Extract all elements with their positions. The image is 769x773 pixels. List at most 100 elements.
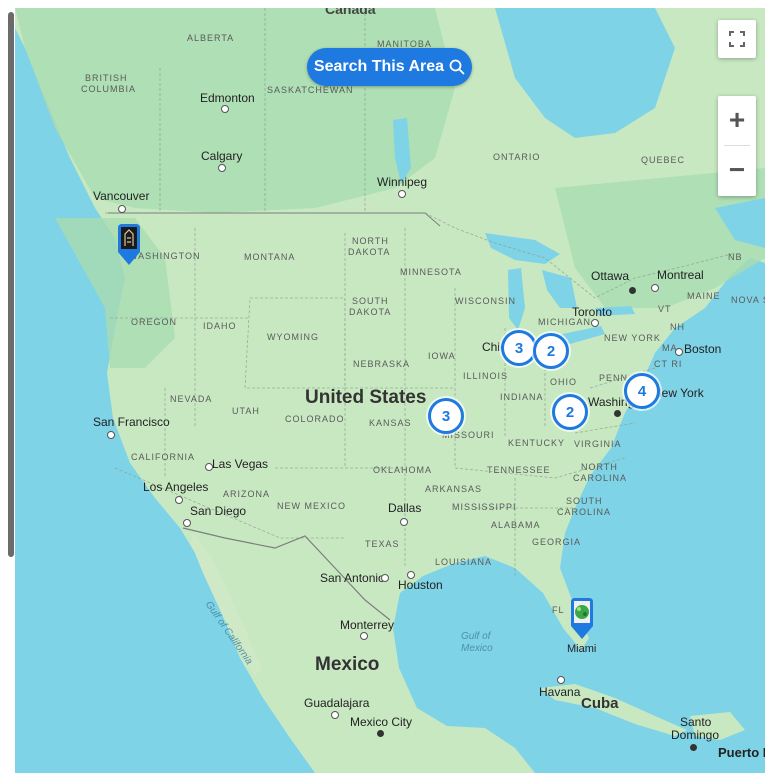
label-idaho: IDAHO bbox=[203, 321, 237, 331]
label-santo-domingo-1: Santo bbox=[680, 715, 712, 729]
location-pin-miami[interactable] bbox=[567, 596, 597, 640]
cluster-marker-kansas-city[interactable]: 3 bbox=[428, 398, 464, 434]
label-los-angeles: Los Angeles bbox=[143, 480, 209, 494]
label-alabama: ALABAMA bbox=[491, 520, 541, 530]
label-gulf-of-mexico-2: Mexico bbox=[461, 643, 493, 654]
label-cuba: Cuba bbox=[581, 695, 619, 712]
label-mexico-city: Mexico City bbox=[350, 715, 413, 729]
label-san-antonio: San Antonio bbox=[320, 571, 385, 585]
label-north-carolina-1: NORTH bbox=[581, 462, 618, 472]
label-california: CALIFORNIA bbox=[131, 452, 196, 462]
label-guadalajara: Guadalajara bbox=[304, 696, 370, 710]
label-new-york-city: New York bbox=[653, 386, 704, 400]
label-south-carolina-2: CAROLINA bbox=[557, 507, 612, 517]
label-winnipeg: Winnipeg bbox=[377, 175, 428, 189]
map-view[interactable]: Canada ALBERTA BRITISH COLUMBIA SASKATCH… bbox=[15, 8, 765, 773]
marker-dallas bbox=[400, 518, 408, 526]
marker-boston bbox=[675, 348, 683, 356]
zoom-out-button[interactable]: − bbox=[718, 146, 756, 194]
zoom-controls: + − bbox=[718, 96, 756, 196]
label-mexico: Mexico bbox=[315, 654, 380, 675]
marker-san-antonio bbox=[381, 574, 389, 582]
label-ottawa: Ottawa bbox=[591, 269, 630, 283]
label-alberta: ALBERTA bbox=[187, 33, 235, 43]
label-san-francisco: San Francisco bbox=[93, 415, 170, 429]
label-tennessee: TENNESSEE bbox=[487, 465, 551, 475]
label-new-york-state: NEW YORK bbox=[604, 333, 661, 343]
label-havana: Havana bbox=[539, 685, 581, 699]
label-houston: Houston bbox=[398, 578, 443, 592]
cluster-marker-michigan[interactable]: 2 bbox=[533, 333, 569, 369]
label-san-diego: San Diego bbox=[190, 504, 247, 518]
label-wisconsin: WISCONSIN bbox=[455, 296, 517, 306]
search-icon bbox=[449, 59, 465, 75]
cluster-marker-west-virginia[interactable]: 2 bbox=[552, 394, 588, 430]
label-united-states: United States bbox=[305, 387, 427, 408]
label-nova-scotia: NOVA S bbox=[731, 295, 765, 305]
label-monterrey: Monterrey bbox=[340, 618, 395, 632]
label-minnesota: MINNESOTA bbox=[400, 267, 462, 277]
label-nh: NH bbox=[670, 322, 685, 332]
label-british-columbia-2: COLUMBIA bbox=[81, 84, 137, 94]
label-ohio: OHIO bbox=[550, 377, 578, 387]
label-quebec: QUEBEC bbox=[641, 155, 686, 165]
label-georgia: GEORGIA bbox=[532, 537, 582, 547]
label-ontario: ONTARIO bbox=[493, 152, 541, 162]
fullscreen-button[interactable] bbox=[718, 20, 756, 58]
marker-calgary bbox=[218, 164, 226, 172]
marker-winnipeg bbox=[398, 190, 406, 198]
search-this-area-button[interactable]: Search This Area bbox=[307, 48, 472, 86]
label-vt: VT bbox=[658, 304, 672, 314]
label-colorado: COLORADO bbox=[285, 414, 345, 424]
marker-ottawa bbox=[629, 287, 636, 294]
marker-san-diego bbox=[183, 519, 191, 527]
label-utah: UTAH bbox=[232, 406, 260, 416]
marker-mexico-city bbox=[377, 730, 384, 737]
label-british-columbia-1: BRITISH bbox=[85, 73, 128, 83]
label-florida: FL bbox=[552, 605, 565, 615]
label-nebraska: NEBRASKA bbox=[353, 359, 411, 369]
label-new-mexico: NEW MEXICO bbox=[277, 501, 347, 511]
marker-edmonton bbox=[221, 105, 229, 113]
label-puerto-rico: Puerto R bbox=[718, 745, 765, 760]
search-this-area-label: Search This Area bbox=[313, 58, 445, 75]
label-vancouver: Vancouver bbox=[93, 189, 150, 203]
label-boston: Boston bbox=[684, 342, 722, 356]
label-maine: MAINE bbox=[687, 291, 721, 301]
marker-toronto bbox=[591, 319, 599, 327]
label-arizona: ARIZONA bbox=[223, 489, 271, 499]
label-texas: TEXAS bbox=[365, 539, 400, 549]
label-wyoming: WYOMING bbox=[267, 332, 319, 342]
label-michigan: MICHIGAN bbox=[538, 317, 591, 327]
marker-vancouver bbox=[118, 205, 126, 213]
label-ct-ri: CT RI bbox=[654, 359, 683, 369]
label-dallas: Dallas bbox=[388, 501, 422, 515]
cluster-marker-new-jersey[interactable]: 4 bbox=[624, 373, 660, 409]
label-north-dakota-2: DAKOTA bbox=[348, 247, 391, 257]
label-las-vegas: Las Vegas bbox=[212, 457, 269, 471]
label-montreal: Montreal bbox=[657, 268, 704, 282]
marker-guadalajara bbox=[331, 711, 339, 719]
label-virginia: VIRGINIA bbox=[574, 439, 622, 449]
location-pin-seattle[interactable] bbox=[114, 222, 144, 266]
label-calgary: Calgary bbox=[201, 149, 243, 163]
label-mississippi: MISSISSIPPI bbox=[452, 502, 517, 512]
label-canada: Canada bbox=[325, 8, 376, 17]
label-arkansas: ARKANSAS bbox=[425, 484, 483, 494]
label-louisiana: LOUISIANA bbox=[435, 557, 493, 567]
marker-los-angeles bbox=[175, 496, 183, 504]
label-indiana: INDIANA bbox=[500, 392, 544, 402]
label-santo-domingo-2: Domingo bbox=[671, 728, 720, 742]
fullscreen-icon bbox=[729, 31, 745, 47]
cluster-marker-chicago[interactable]: 3 bbox=[501, 330, 537, 366]
marker-havana bbox=[557, 676, 565, 684]
label-nevada: NEVADA bbox=[170, 394, 213, 404]
label-montana: MONTANA bbox=[244, 252, 296, 262]
label-south-dakota-1: SOUTH bbox=[352, 296, 389, 306]
label-south-dakota-2: DAKOTA bbox=[349, 307, 392, 317]
label-oklahoma: OKLAHOMA bbox=[373, 465, 433, 475]
page-scrollbar[interactable] bbox=[8, 12, 14, 557]
marker-monterrey bbox=[360, 632, 368, 640]
zoom-in-button[interactable]: + bbox=[718, 96, 756, 144]
label-edmonton: Edmonton bbox=[200, 91, 255, 105]
